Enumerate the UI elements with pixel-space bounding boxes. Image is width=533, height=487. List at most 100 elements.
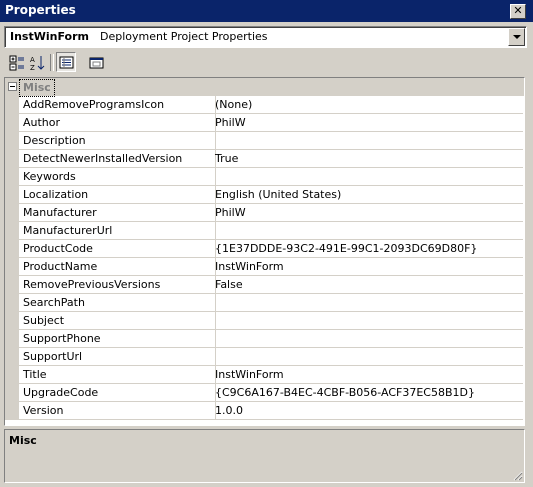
- property-name[interactable]: Subject: [19, 312, 216, 330]
- property-name[interactable]: Author: [19, 114, 216, 132]
- property-value[interactable]: PhilW: [212, 204, 523, 222]
- row-gutter: [5, 330, 19, 348]
- property-row[interactable]: Author PhilW: [5, 114, 524, 132]
- row-gutter: [5, 150, 19, 168]
- row-gutter: [5, 96, 19, 114]
- property-name[interactable]: Version: [19, 402, 216, 420]
- row-gutter: [5, 186, 19, 204]
- row-gutter: [5, 240, 19, 258]
- row-gutter: [5, 366, 19, 384]
- category-label: Misc: [19, 79, 55, 97]
- categorized-button[interactable]: [6, 52, 26, 72]
- property-row[interactable]: Version 1.0.0: [5, 402, 524, 420]
- property-list: AddRemoveProgramsIcon (None) Author PhilW De…: [5, 96, 524, 420]
- property-row[interactable]: AddRemoveProgramsIcon (None): [5, 96, 524, 114]
- resize-grip-icon[interactable]: [512, 470, 523, 481]
- object-name: InstWinForm: [10, 30, 89, 43]
- alphabetical-icon: A Z: [30, 56, 45, 71]
- property-value[interactable]: {1E37DDDE-93C2-491E-99C1-2093DC69D80F}: [212, 240, 523, 258]
- row-gutter: [5, 384, 19, 402]
- property-name[interactable]: SupportPhone: [19, 330, 216, 348]
- property-value[interactable]: True: [212, 150, 523, 168]
- category-row-misc[interactable]: Misc: [5, 78, 524, 97]
- property-row[interactable]: SupportPhone: [5, 330, 524, 348]
- property-grid[interactable]: Misc AddRemoveProgramsIcon (None) Author Ph…: [4, 77, 525, 426]
- property-value[interactable]: InstWinForm: [212, 258, 523, 276]
- property-row[interactable]: Manufacturer PhilW: [5, 204, 524, 222]
- row-gutter: [5, 348, 19, 366]
- property-value[interactable]: 1.0.0: [212, 402, 523, 420]
- description-pane: Misc: [4, 429, 525, 483]
- property-value[interactable]: PhilW: [212, 114, 523, 132]
- property-name[interactable]: Manufacturer: [19, 204, 216, 222]
- property-name[interactable]: DetectNewerInstalledVersion: [19, 150, 216, 168]
- property-value[interactable]: [212, 132, 523, 150]
- property-pages-button[interactable]: [86, 52, 106, 72]
- property-name[interactable]: ProductCode: [19, 240, 216, 258]
- property-value[interactable]: English (United States): [212, 186, 523, 204]
- property-name[interactable]: RemovePreviousVersions: [19, 276, 216, 294]
- property-row[interactable]: Keywords: [5, 168, 524, 186]
- row-gutter: [5, 294, 19, 312]
- row-gutter: [5, 312, 19, 330]
- property-value[interactable]: (None): [212, 96, 523, 114]
- property-name[interactable]: SearchPath: [19, 294, 216, 312]
- property-name[interactable]: AddRemoveProgramsIcon: [19, 96, 216, 114]
- property-row[interactable]: Description: [5, 132, 524, 150]
- toolbar: A Z: [4, 52, 525, 74]
- property-name[interactable]: ProductName: [19, 258, 216, 276]
- close-icon: ✕: [513, 4, 523, 17]
- alphabetical-button[interactable]: A Z: [27, 52, 47, 72]
- properties-icon: [59, 56, 74, 69]
- property-row[interactable]: ManufacturerUrl: [5, 222, 524, 240]
- property-row[interactable]: Localization English (United States): [5, 186, 524, 204]
- property-name[interactable]: UpgradeCode: [19, 384, 216, 402]
- property-value[interactable]: [212, 330, 523, 348]
- property-name[interactable]: Keywords: [19, 168, 216, 186]
- property-name[interactable]: Title: [19, 366, 216, 384]
- property-value[interactable]: [212, 222, 523, 240]
- property-value[interactable]: [212, 312, 523, 330]
- property-row[interactable]: SearchPath: [5, 294, 524, 312]
- property-row[interactable]: ProductName InstWinForm: [5, 258, 524, 276]
- title-bar[interactable]: Properties ✕: [0, 0, 533, 22]
- row-gutter: [5, 402, 19, 420]
- property-row[interactable]: UpgradeCode {C9C6A167-B4EC-4CBF-B056-ACF3…: [5, 384, 524, 402]
- property-row[interactable]: Title InstWinForm: [5, 366, 524, 384]
- row-gutter: [5, 258, 19, 276]
- property-row[interactable]: DetectNewerInstalledVersion True: [5, 150, 524, 168]
- chevron-down-icon[interactable]: [508, 28, 525, 46]
- property-value[interactable]: False: [212, 276, 523, 294]
- object-selector-dropdown[interactable]: InstWinForm Deployment Project Propertie…: [4, 26, 527, 48]
- object-type: Deployment Project Properties: [100, 30, 268, 43]
- window-title: Properties: [5, 3, 76, 17]
- property-row[interactable]: RemovePreviousVersions False: [5, 276, 524, 294]
- row-gutter: [5, 114, 19, 132]
- svg-text:A: A: [30, 56, 35, 64]
- row-gutter: [5, 132, 19, 150]
- row-gutter: [5, 168, 19, 186]
- properties-button[interactable]: [56, 52, 76, 72]
- categorized-icon: [9, 55, 24, 71]
- property-row[interactable]: Subject: [5, 312, 524, 330]
- row-gutter: [5, 276, 19, 294]
- property-value[interactable]: [212, 348, 523, 366]
- property-value[interactable]: {C9C6A167-B4EC-4CBF-B056-ACF37EC58B1D}: [212, 384, 523, 402]
- property-name[interactable]: SupportUrl: [19, 348, 216, 366]
- row-gutter: [5, 222, 19, 240]
- close-button[interactable]: ✕: [510, 4, 526, 19]
- property-value[interactable]: [212, 294, 523, 312]
- collapse-icon[interactable]: [8, 82, 17, 91]
- property-value[interactable]: InstWinForm: [212, 366, 523, 384]
- description-title: Misc: [9, 434, 37, 447]
- property-name[interactable]: Localization: [19, 186, 216, 204]
- toolbar-separator: [50, 54, 54, 71]
- svg-text:Z: Z: [30, 64, 35, 71]
- property-name[interactable]: ManufacturerUrl: [19, 222, 216, 240]
- row-gutter: [5, 204, 19, 222]
- property-row[interactable]: SupportUrl: [5, 348, 524, 366]
- property-name[interactable]: Description: [19, 132, 216, 150]
- property-row[interactable]: ProductCode {1E37DDDE-93C2-491E-99C1-2093…: [5, 240, 524, 258]
- property-pages-icon: [89, 57, 104, 69]
- property-value[interactable]: [212, 168, 523, 186]
